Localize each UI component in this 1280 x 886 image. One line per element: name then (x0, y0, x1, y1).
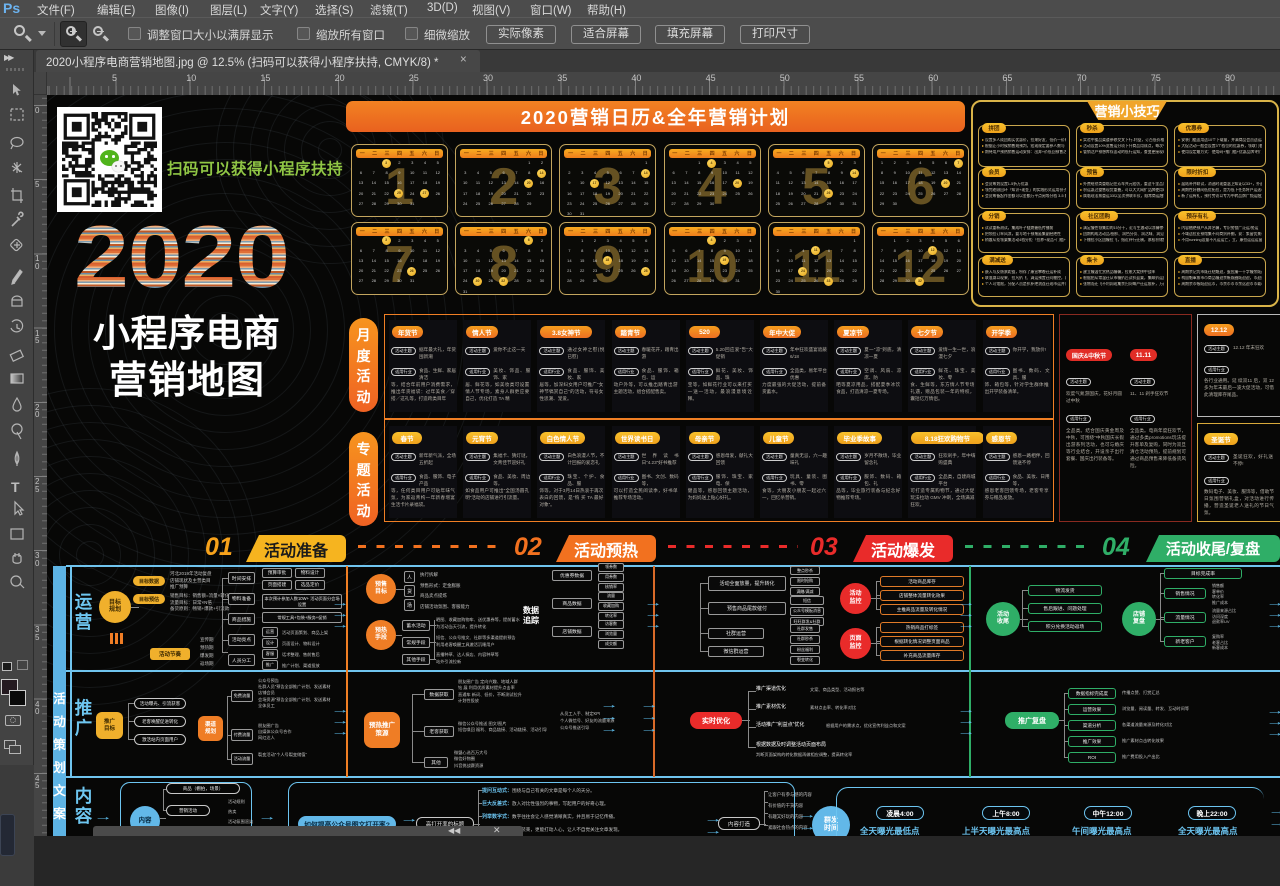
svg-text:T: T (11, 479, 20, 495)
